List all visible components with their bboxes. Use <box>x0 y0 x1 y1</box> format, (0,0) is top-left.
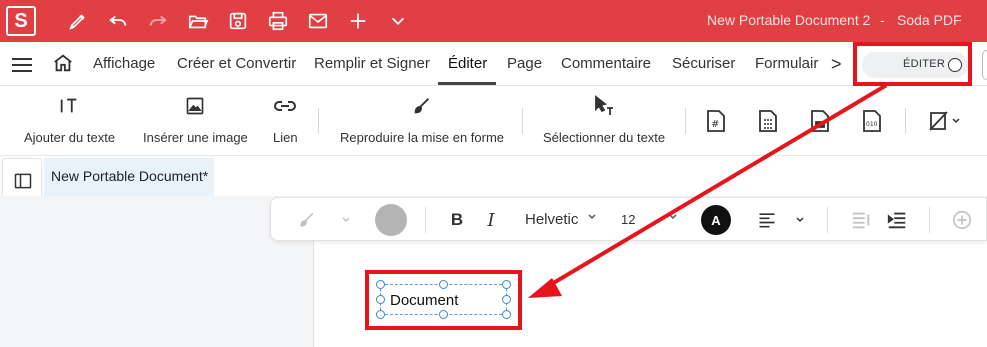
toolbar-divider <box>929 207 930 233</box>
chevron-down-icon[interactable] <box>668 212 678 225</box>
tab-commentaire[interactable]: Commentaire <box>561 55 651 72</box>
bold-button[interactable]: B <box>447 208 467 232</box>
text-format-toolbar: B I Helvetic 12 A <box>270 197 987 241</box>
font-size-select[interactable]: 12 <box>621 212 635 227</box>
format-painter-button[interactable]: Reproduire la mise en forme <box>340 94 504 145</box>
tab-creer-et-convertir[interactable]: Créer et Convertir <box>177 55 296 72</box>
highlighter-icon[interactable] <box>295 208 319 232</box>
select-text-button[interactable]: Sélectionner du texte <box>543 94 665 145</box>
edit-ribbon: Ajouter du texte Insérer une image Lien … <box>0 86 987 156</box>
italic-button[interactable]: I <box>481 208 501 232</box>
ribbon-divider <box>905 108 906 134</box>
add-text-label: Ajouter du texte <box>24 130 116 145</box>
chevron-down-icon[interactable] <box>339 208 353 232</box>
document-title: New Portable Document 2 <box>707 12 871 28</box>
redo-icon[interactable] <box>146 9 170 33</box>
save-icon[interactable] <box>226 9 250 33</box>
title-separator: - <box>880 12 885 28</box>
document-tab[interactable]: New Portable Document* <box>44 158 214 196</box>
chevron-down-icon[interactable] <box>386 9 410 33</box>
tab-formulaire[interactable]: Formulair <box>755 55 818 72</box>
indent-icon[interactable] <box>885 208 909 232</box>
ribbon-divider <box>318 108 319 134</box>
tab-affichage[interactable]: Affichage <box>93 55 155 72</box>
document-icon[interactable] <box>808 108 832 134</box>
overflow-panel-button[interactable] <box>982 50 987 80</box>
add-text-button[interactable]: Ajouter du texte <box>24 94 115 145</box>
document-grid-icon[interactable] <box>756 108 780 134</box>
toolbar-divider <box>425 207 426 233</box>
no-edit-dropdown[interactable] <box>924 108 964 134</box>
add-text-icon <box>57 94 81 118</box>
insert-image-label: Insérer une image <box>143 130 248 145</box>
tab-editer[interactable]: Éditer <box>448 55 487 72</box>
logo-letter: S <box>14 9 28 32</box>
print-icon[interactable] <box>266 9 290 33</box>
select-text-label: Sélectionner du texte <box>543 130 666 145</box>
open-folder-icon[interactable] <box>186 9 210 33</box>
format-painter-label: Reproduire la mise en forme <box>340 130 505 145</box>
tab-remplir-et-signer[interactable]: Remplir et Signer <box>314 55 430 72</box>
font-family-select[interactable]: Helvetic <box>525 211 578 228</box>
link-label: Lien <box>273 130 298 145</box>
pen-icon[interactable] <box>66 9 90 33</box>
tab-page[interactable]: Page <box>507 55 542 72</box>
annotation-highlight-text-box <box>365 270 522 330</box>
insert-image-button[interactable]: Insérer une image <box>143 94 248 145</box>
page-number-icon[interactable]: # <box>704 108 728 134</box>
link-button[interactable]: Lien <box>273 94 298 145</box>
annotation-highlight-edit-toggle <box>853 42 972 86</box>
fill-color-swatch[interactable] <box>375 204 407 236</box>
mail-icon[interactable] <box>306 9 330 33</box>
ribbon-divider <box>522 108 523 134</box>
chevron-down-icon[interactable] <box>587 212 597 225</box>
document-tab-label: New Portable Document* <box>51 168 209 184</box>
home-icon[interactable] <box>52 52 74 74</box>
add-icon[interactable] <box>346 9 370 33</box>
format-painter-icon <box>410 94 434 118</box>
active-tab-indicator <box>438 82 496 85</box>
chevron-down-icon <box>952 118 960 124</box>
menu-bar: Affichage Créer et Convertir Remplir et … <box>0 42 987 86</box>
hamburger-menu-icon[interactable] <box>12 54 34 74</box>
ribbon-divider <box>685 108 686 134</box>
no-edit-icon <box>929 111 948 131</box>
binary-document-icon[interactable]: 010 <box>860 108 884 134</box>
svg-text:#: # <box>711 119 719 130</box>
title-bar: S New Portable Document 2 - Soda PDF <box>0 0 987 42</box>
soda-logo: S <box>6 6 36 36</box>
image-icon <box>183 94 207 118</box>
undo-icon[interactable] <box>106 9 130 33</box>
link-icon <box>273 94 297 118</box>
toolbar-divider <box>827 207 828 233</box>
chevron-down-icon[interactable] <box>793 208 807 232</box>
tab-securiser[interactable]: Sécuriser <box>672 55 735 72</box>
align-left-icon[interactable] <box>755 208 779 232</box>
more-tabs-chevron-icon[interactable]: > <box>831 54 842 75</box>
app-name: Soda PDF <box>897 12 962 28</box>
text-color-button[interactable]: A <box>701 205 731 235</box>
select-text-icon <box>592 94 616 118</box>
svg-text:010: 010 <box>866 121 878 128</box>
line-spacing-icon[interactable] <box>849 208 873 232</box>
panel-icon[interactable] <box>13 171 33 191</box>
add-circle-icon[interactable] <box>949 208 975 232</box>
